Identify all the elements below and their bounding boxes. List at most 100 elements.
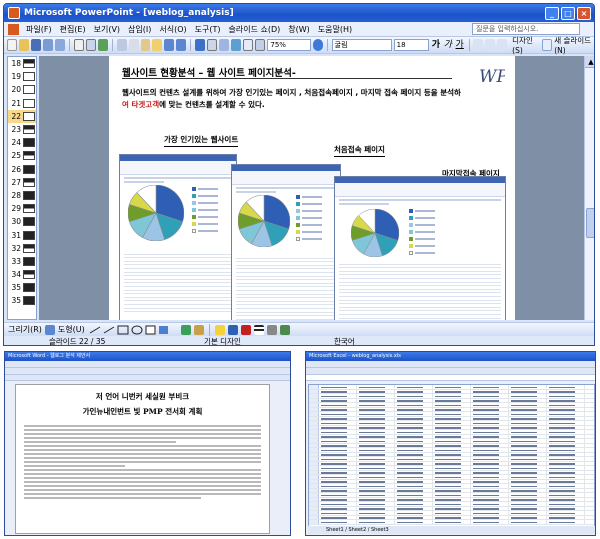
menu-slideshow[interactable]: 슬라이드 쇼(D) bbox=[225, 24, 285, 35]
menu-format[interactable]: 서식(O) bbox=[155, 24, 190, 35]
slide-thumbnail[interactable]: 23 bbox=[8, 123, 36, 136]
redo-icon[interactable] bbox=[176, 39, 187, 51]
minimize-button[interactable]: _ bbox=[545, 6, 559, 20]
report-screenshot-last-page[interactable] bbox=[334, 176, 506, 320]
menu-view[interactable]: 보기(V) bbox=[90, 24, 124, 35]
fill-color-icon[interactable] bbox=[214, 324, 225, 335]
vertical-scrollbar[interactable]: ▲ bbox=[584, 56, 594, 320]
align-left-icon[interactable] bbox=[473, 39, 484, 51]
help-search-input[interactable]: 질문을 입력하십시오. bbox=[472, 23, 580, 35]
excel-toolbar[interactable] bbox=[306, 368, 595, 375]
table-icon[interactable] bbox=[206, 39, 218, 51]
align-right-icon[interactable] bbox=[497, 39, 508, 51]
scroll-up-icon[interactable]: ▲ bbox=[585, 56, 594, 68]
slide-thumbnail[interactable]: 35 bbox=[8, 281, 36, 294]
sheet-tabs[interactable]: Sheet1 / Sheet2 / Sheet3 bbox=[308, 526, 595, 534]
formula-bar[interactable] bbox=[306, 375, 595, 381]
slide-thumbnail[interactable]: 25 bbox=[8, 149, 36, 162]
picture-icon[interactable] bbox=[193, 324, 204, 335]
permission-icon[interactable] bbox=[43, 39, 53, 51]
menu-insert[interactable]: 삽입(I) bbox=[124, 24, 155, 35]
powerpoint-app-icon[interactable] bbox=[8, 7, 20, 19]
slide-thumbnail[interactable]: 26 bbox=[8, 163, 36, 176]
3d-icon[interactable] bbox=[279, 324, 290, 335]
slide-thumbnail[interactable]: 32 bbox=[8, 242, 36, 255]
slide-thumbnail[interactable]: 33 bbox=[8, 255, 36, 268]
menu-file[interactable]: 파일(F) bbox=[22, 24, 56, 35]
email-icon[interactable] bbox=[54, 39, 65, 51]
excel-window[interactable]: Microsoft Excel - weblog_analysis.xls Sh… bbox=[305, 351, 596, 536]
bold-icon[interactable]: 가 bbox=[431, 39, 441, 51]
line-color-icon[interactable] bbox=[227, 324, 238, 335]
slide[interactable]: 웹사이트 현황분석 – 웹 사이트 페이지분석- WP 웹사이트의 컨텐츠 설계… bbox=[109, 56, 515, 320]
spreadsheet-grid[interactable] bbox=[308, 384, 595, 527]
autoshapes-button[interactable]: 도형(U) bbox=[58, 324, 85, 335]
help-icon[interactable] bbox=[312, 39, 323, 51]
align-center-icon[interactable] bbox=[485, 39, 496, 51]
print-icon[interactable] bbox=[73, 39, 84, 51]
line-style-icon[interactable] bbox=[253, 324, 264, 335]
slide-thumbnail[interactable]: 34 bbox=[8, 268, 36, 281]
show-formatting-icon[interactable] bbox=[242, 39, 254, 51]
italic-icon[interactable]: 가 bbox=[443, 39, 453, 51]
menu-edit[interactable]: 편집(E) bbox=[56, 24, 90, 35]
save-icon[interactable] bbox=[31, 39, 42, 51]
slide-thumbnail[interactable]: 31 bbox=[8, 228, 36, 241]
new-file-icon[interactable] bbox=[7, 39, 18, 51]
copy-icon[interactable] bbox=[128, 39, 139, 51]
shape-tools-icon[interactable] bbox=[88, 325, 178, 335]
slide-canvas[interactable]: 웹사이트 현황분석 – 웹 사이트 페이지분석- WP 웹사이트의 컨텐츠 설계… bbox=[39, 56, 584, 320]
slide-thumbnail-selected[interactable]: 22 bbox=[8, 109, 36, 123]
slide-thumbnail[interactable]: 20 bbox=[8, 83, 36, 96]
close-button[interactable]: × bbox=[577, 6, 591, 20]
open-folder-icon[interactable] bbox=[19, 39, 30, 51]
font-size-select[interactable]: 18 bbox=[393, 39, 429, 51]
slide-thumbnail-pane[interactable]: 18 19 20 21 22 23 24 25 26 27 28 29 30 3… bbox=[7, 56, 37, 320]
report-screenshot-first-page[interactable] bbox=[231, 164, 341, 320]
paste-icon[interactable] bbox=[140, 39, 151, 51]
format-painter-icon[interactable] bbox=[152, 39, 163, 51]
menu-window[interactable]: 창(W) bbox=[284, 24, 314, 35]
print-preview-icon[interactable] bbox=[85, 39, 97, 51]
excel-menu-bar[interactable] bbox=[306, 361, 595, 368]
word-toolbar[interactable] bbox=[5, 368, 290, 375]
slide-thumbnail[interactable]: 30 bbox=[8, 215, 36, 228]
spelling-icon[interactable] bbox=[98, 39, 108, 51]
slide-thumbnail[interactable]: 21 bbox=[8, 97, 36, 110]
menu-tools[interactable]: 도구(T) bbox=[191, 24, 225, 35]
sheet-row[interactable] bbox=[309, 520, 594, 525]
font-color-icon[interactable] bbox=[240, 324, 251, 335]
maximize-button[interactable]: □ bbox=[561, 6, 575, 20]
slide-thumbnail[interactable]: 35 bbox=[8, 294, 36, 307]
slide-thumbnail[interactable]: 19 bbox=[8, 70, 36, 83]
slide-thumbnail[interactable]: 24 bbox=[8, 136, 36, 149]
document-icon[interactable] bbox=[8, 23, 19, 35]
slide-title[interactable]: 웹사이트 현황분석 – 웹 사이트 페이지분석- bbox=[122, 65, 296, 79]
select-arrow-icon[interactable] bbox=[44, 324, 55, 335]
new-slide-icon[interactable] bbox=[541, 39, 553, 51]
scroll-thumb[interactable] bbox=[586, 208, 594, 238]
undo-icon[interactable] bbox=[164, 39, 175, 51]
slide-thumbnail[interactable]: 27 bbox=[8, 176, 36, 189]
shadow-icon[interactable] bbox=[266, 324, 277, 335]
chart-icon[interactable] bbox=[194, 39, 205, 51]
design-button[interactable]: 디자인(S) bbox=[512, 35, 538, 55]
clipart-icon[interactable] bbox=[180, 324, 191, 335]
new-slide-button[interactable]: 새 슬라이드(N) bbox=[554, 35, 594, 55]
wordart-icon[interactable] bbox=[231, 39, 241, 51]
report-screenshot-popular[interactable] bbox=[119, 154, 237, 320]
underline-icon[interactable]: 가 bbox=[455, 39, 465, 51]
grid-icon[interactable] bbox=[255, 39, 266, 51]
word-window[interactable]: Microsoft Word - 웹로그 분석 제안서 저 언어 니번커 세실원… bbox=[4, 351, 291, 536]
insert-table-icon[interactable] bbox=[219, 39, 229, 51]
word-menu-bar[interactable] bbox=[5, 361, 290, 368]
slide-thumbnail[interactable]: 29 bbox=[8, 202, 36, 215]
slide-thumbnail[interactable]: 18 bbox=[8, 57, 36, 70]
cut-icon[interactable] bbox=[116, 39, 127, 51]
zoom-select[interactable]: 75% bbox=[267, 39, 311, 51]
word-page[interactable]: 저 언어 니번커 세실원 부비크 가인뉴내인번트 빛 PMP 전서회 계획 bbox=[15, 384, 270, 534]
slide-thumbnail[interactable]: 28 bbox=[8, 189, 36, 202]
menu-help[interactable]: 도움말(H) bbox=[314, 24, 356, 35]
font-select[interactable]: 굴림 bbox=[331, 39, 392, 51]
slide-body[interactable]: 웹사이트의 컨텐츠 설계를 위하여 가장 인기있는 페이지 , 처음접속페이지 … bbox=[122, 87, 482, 111]
